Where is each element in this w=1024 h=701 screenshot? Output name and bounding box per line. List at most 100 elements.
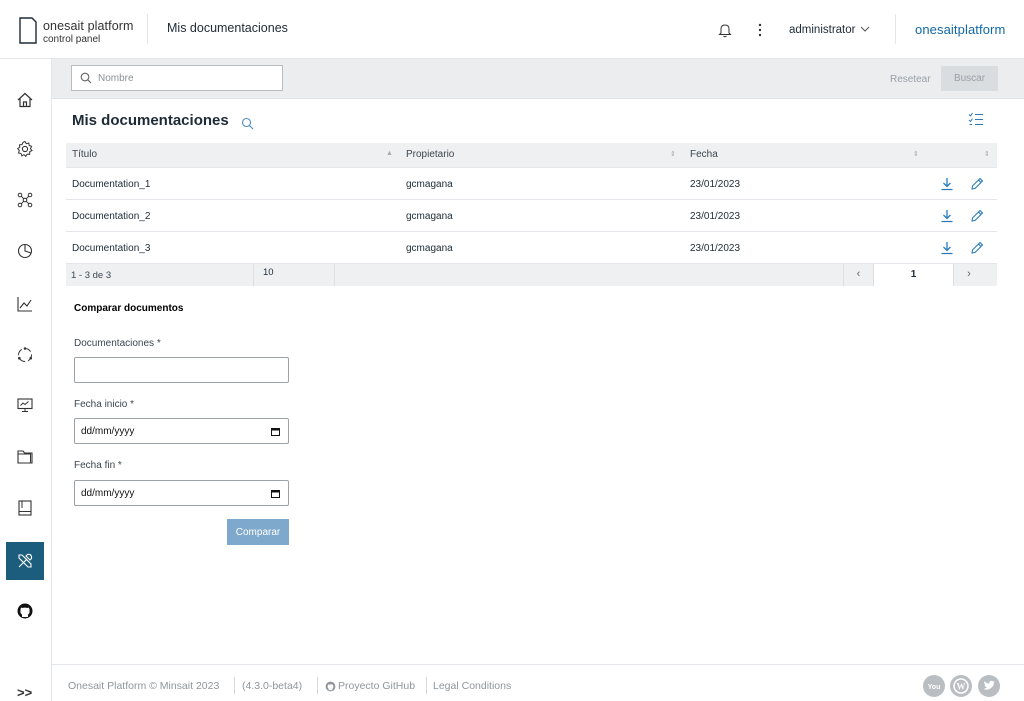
download-icon[interactable] (940, 241, 954, 255)
header-divider (147, 14, 148, 44)
home-icon (17, 92, 33, 108)
sidebar-item-settings[interactable] (6, 130, 44, 168)
bell-icon[interactable] (718, 22, 732, 38)
end-date-input[interactable]: dd/mm/yyyy (74, 480, 289, 506)
user-menu[interactable]: administrator (789, 24, 855, 36)
cell-date: 23/01/2023 (690, 211, 741, 222)
search-field[interactable] (71, 65, 283, 91)
cell-title: Documentation_2 (72, 211, 151, 222)
page-title: Mis documentaciones (167, 21, 288, 35)
search-icon[interactable] (241, 117, 254, 130)
chevron-down-icon[interactable] (860, 25, 870, 33)
svg-text:You: You (928, 684, 941, 691)
next-page-button[interactable]: › (954, 264, 984, 286)
expand-sidebar-button[interactable]: >> (17, 685, 32, 700)
book-icon (18, 500, 32, 516)
compare-button[interactable]: Comparar (227, 519, 289, 545)
edit-icon[interactable] (970, 177, 984, 191)
search-icon (80, 72, 92, 84)
sidebar-item-analytics[interactable] (6, 232, 44, 270)
end-date-value: dd/mm/yyyy (81, 488, 135, 499)
sidebar-item-flows[interactable] (6, 336, 44, 374)
start-date-label: Fecha inicio * (74, 399, 135, 410)
download-icon[interactable] (940, 177, 954, 191)
footer-divider (426, 677, 427, 694)
download-icon[interactable] (940, 209, 954, 223)
end-date-label: Fecha fin * (74, 460, 122, 471)
table-row: Documentation_2 gcmagana 23/01/2023 (66, 200, 997, 232)
sidebar-item-home[interactable] (6, 81, 44, 119)
sort-icon[interactable]: ⇕ (913, 150, 919, 158)
more-options-icon[interactable] (757, 22, 763, 38)
footer: Onesait Platform © Minsait 2023 (4.3.0-b… (52, 664, 1024, 701)
twitter-icon[interactable] (978, 675, 1000, 697)
sidebar-item-dashboards[interactable] (6, 285, 44, 323)
version-text: (4.3.0-beta4) (242, 680, 303, 692)
sidebar-item-github[interactable] (6, 592, 44, 630)
line-chart-icon (17, 297, 32, 312)
cell-date: 23/01/2023 (690, 179, 741, 190)
start-date-value: dd/mm/yyyy (81, 426, 135, 437)
sort-icon[interactable]: ⇕ (670, 150, 676, 158)
column-header-date[interactable]: Fecha (690, 149, 718, 160)
youtube-icon[interactable]: You (923, 675, 945, 697)
page-size-select[interactable]: 10 (253, 264, 335, 286)
logo-subtitle: control panel (43, 34, 101, 45)
calendar-icon[interactable] (271, 428, 280, 436)
column-header-owner[interactable]: Propietario (406, 149, 454, 160)
table-row: Documentation_1 gcmagana 23/01/2023 (66, 168, 997, 200)
current-page[interactable]: 1 (873, 264, 954, 286)
table-row: Documentation_3 gcmagana 23/01/2023 (66, 232, 997, 264)
network-icon (17, 192, 33, 208)
cell-owner: gcmagana (406, 211, 453, 222)
sidebar-item-tools[interactable] (6, 542, 44, 580)
documentations-label: Documentaciones * (74, 338, 161, 349)
sidebar-item-files[interactable] (6, 438, 44, 476)
presentation-icon (17, 398, 33, 412)
pagination-bar: 1 - 3 de 3 10 ‹ 1 › (66, 264, 997, 286)
github-link[interactable]: Proyecto GitHub (338, 680, 415, 692)
search-button[interactable]: Buscar (941, 66, 998, 91)
sidebar (0, 59, 52, 701)
pie-chart-icon (17, 243, 33, 259)
edit-icon[interactable] (970, 241, 984, 255)
cell-title: Documentation_1 (72, 179, 151, 190)
documentations-select[interactable] (74, 357, 289, 383)
logo-title: onesait platform (43, 19, 134, 33)
folder-icon (17, 450, 33, 464)
start-date-input[interactable]: dd/mm/yyyy (74, 418, 289, 444)
edit-icon[interactable] (970, 209, 984, 223)
cell-date: 23/01/2023 (690, 243, 741, 254)
column-settings-icon[interactable] (968, 112, 984, 126)
brand-logo: onesaitplatform (915, 22, 1006, 37)
sidebar-item-docs[interactable] (6, 489, 44, 527)
sort-icon[interactable]: ▲ (386, 150, 393, 157)
compare-title: Comparar documentos (74, 303, 184, 314)
sidebar-item-visualization[interactable] (6, 386, 44, 424)
search-input[interactable] (98, 69, 278, 87)
footer-divider (234, 677, 235, 694)
cell-owner: gcmagana (406, 243, 453, 254)
pagination-range: 1 - 3 de 3 (71, 270, 112, 281)
cycle-icon (18, 347, 32, 362)
github-icon (325, 681, 336, 692)
table-header: Título ▲ Propietario ⇕ Fecha ⇕ ⇕ (66, 143, 997, 168)
legal-link[interactable]: Legal Conditions (433, 680, 511, 692)
sidebar-item-ontologies[interactable] (6, 181, 44, 219)
logo-icon (19, 17, 37, 44)
header-divider (895, 14, 896, 44)
reset-button[interactable]: Resetear (884, 68, 937, 90)
documents-table: Título ▲ Propietario ⇕ Fecha ⇕ ⇕ Documen… (66, 143, 997, 286)
calendar-icon[interactable] (271, 490, 280, 498)
tools-icon (18, 553, 33, 568)
footer-divider (317, 677, 318, 694)
wordpress-icon[interactable]: W (950, 675, 972, 697)
previous-page-button[interactable]: ‹ (843, 264, 873, 286)
github-icon (17, 603, 33, 619)
cell-owner: gcmagana (406, 179, 453, 190)
column-header-title[interactable]: Título (72, 149, 97, 160)
svg-text:W: W (957, 682, 966, 692)
top-header: onesait platform control panel Mis docum… (0, 0, 1024, 59)
section-title: Mis documentaciones (72, 112, 229, 129)
sort-icon[interactable]: ⇕ (984, 150, 990, 158)
